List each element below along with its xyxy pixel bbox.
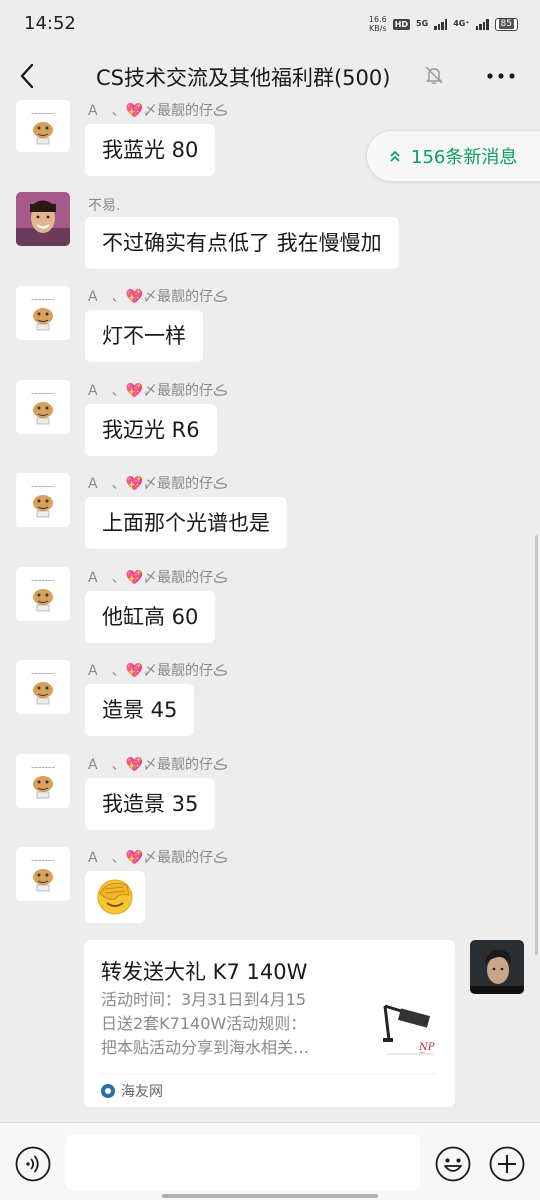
hd-icon: HD — [392, 18, 411, 30]
signal-icon-2 — [475, 18, 489, 30]
network-speed: 16.6 KB/s — [368, 15, 387, 33]
message-row: ~~~~~~~ A 、💖〆最靓的仔ڪ 造景 45 — [0, 660, 540, 740]
message-bubble[interactable]: 我蓝光 80 — [85, 124, 216, 176]
message-input[interactable] — [66, 1135, 420, 1190]
emoji-icon[interactable] — [435, 1146, 471, 1182]
message-bubble[interactable]: 不过确实有点低了 我在慢慢加 — [85, 217, 399, 269]
card-title: 转发送大礼 K7 140W — [101, 960, 308, 984]
message-bubble-emoji[interactable] — [85, 871, 145, 923]
message-row: ~~~~~~~ A 、💖〆最靓的仔ڪ 他缸高 60 — [0, 567, 540, 647]
card-description: 活动时间：3月31日到4月15 日送2套K7140W活动规则： 把本贴活动分享到… — [101, 990, 310, 1057]
message-row: ~~~~~~~ A 、💖〆最靓的仔ڪ — [0, 847, 540, 927]
bell-muted-icon — [425, 66, 443, 85]
5g-label: 5G — [416, 19, 429, 28]
message-bubble[interactable]: 上面那个光谱也是 — [85, 497, 287, 549]
svg-text:~~~~~~~: ~~~~~~~ — [31, 578, 54, 583]
plus-icon[interactable] — [489, 1146, 525, 1182]
chat-header: CS技术交流及其他福利群(500) — [0, 50, 540, 102]
avatar[interactable]: ~~~~~~~ — [16, 754, 70, 808]
avatar[interactable]: ~~~~~~~ — [16, 567, 70, 621]
sender-name: 不易. — [88, 198, 121, 214]
status-time: 14:52 — [24, 13, 76, 34]
message-row: ~~~~~~~ A 、💖〆最靓的仔ڪ 我迈光 R6 — [0, 380, 540, 460]
message-row: ~~~~~~~ A 、💖〆最靓的仔ڪ 灯不一样 — [0, 286, 540, 366]
more-icon[interactable] — [487, 73, 515, 79]
home-indicator[interactable] — [162, 1194, 378, 1198]
message-bubble[interactable]: 灯不一样 — [85, 310, 203, 362]
svg-text:N̲P: N̲P — [418, 1042, 435, 1053]
sender-name: A 、💖〆最靓的仔ڪ — [88, 289, 228, 305]
svg-text:~~~~~~~: ~~~~~~~ — [31, 671, 54, 676]
svg-text:~~~~~~~: ~~~~~~~ — [31, 484, 54, 489]
message-bubble[interactable]: 造景 45 — [85, 684, 195, 736]
new-messages-label: 156条新消息 — [411, 147, 518, 168]
shared-link-card[interactable]: 转发送大礼 K7 140W 活动时间：3月31日到4月15 日送2套K7140W… — [84, 940, 455, 1107]
signal-icon — [434, 18, 448, 30]
svg-text:~~~~~~~: ~~~~~~~ — [31, 297, 54, 302]
chat-title: CS技术交流及其他福利群(500) — [96, 66, 391, 90]
svg-text:~~~~~~~: ~~~~~~~ — [31, 391, 54, 396]
new-messages-pill[interactable]: 156条新消息 — [366, 130, 540, 182]
sender-name: A 、💖〆最靓的仔ڪ — [88, 476, 228, 492]
sender-name: A 、💖〆最靓的仔ڪ — [88, 757, 228, 773]
status-icons: 16.6 KB/s HD 5G 4G⁺ 85 — [369, 15, 518, 33]
facepalm-emoji-icon — [97, 879, 133, 915]
avatar[interactable]: ~~~~~~~ — [16, 380, 70, 434]
battery-icon: 85 — [494, 17, 518, 31]
svg-text:~~~~~~~: ~~~~~~~ — [31, 765, 54, 770]
card-divider — [101, 1073, 438, 1074]
back-arrow-icon[interactable] — [18, 62, 38, 90]
avatar[interactable]: ~~~~~~~ — [16, 847, 70, 901]
message-row: ~~~~~~~ A 、💖〆最靓的仔ڪ 我造景 35 — [0, 754, 540, 834]
avatar[interactable]: ~~~~~~~ — [16, 286, 70, 340]
sender-name: A 、💖〆最靓的仔ڪ — [88, 663, 228, 679]
input-bar — [0, 1122, 540, 1200]
sender-name: A 、💖〆最靓的仔ڪ — [88, 103, 228, 119]
self-avatar[interactable] — [470, 940, 524, 994]
source-logo-icon — [101, 1084, 115, 1098]
message-row: 不易. 不过确实有点低了 我在慢慢加 — [0, 192, 540, 272]
message-bubble[interactable]: 我迈光 R6 — [85, 404, 217, 456]
avatar[interactable]: ~~~~~~~ — [16, 473, 70, 527]
4g-label: 4G⁺ — [453, 19, 470, 28]
avatar[interactable]: ~~~~~~~ — [16, 660, 70, 714]
status-bar: 14:52 16.6 KB/s HD 5G 4G⁺ 85 — [0, 0, 540, 50]
message-row: ~~~~~~~ A 、💖〆最靓的仔ڪ 上面那个光谱也是 — [0, 473, 540, 553]
voice-icon[interactable] — [15, 1146, 51, 1182]
avatar[interactable]: ~~~~~~~ — [16, 100, 70, 152]
svg-text:~~~~~~~: ~~~~~~~ — [31, 858, 54, 863]
sender-name: A 、💖〆最靓的仔ڪ — [88, 570, 228, 586]
double-chevron-up-icon — [390, 150, 400, 162]
message-bubble[interactable]: 我造景 35 — [85, 778, 216, 830]
card-source: 海友网 — [101, 1081, 163, 1101]
sender-name: A 、💖〆最靓的仔ڪ — [88, 383, 228, 399]
message-bubble[interactable]: 他缸高 60 — [85, 591, 216, 643]
avatar[interactable] — [16, 192, 70, 246]
svg-text:~~~~~~~: ~~~~~~~ — [31, 111, 54, 116]
card-thumbnail-image: N̲P — [377, 1000, 439, 1062]
sender-name: A 、💖〆最靓的仔ڪ — [88, 850, 228, 866]
scrollbar[interactable] — [535, 535, 538, 955]
